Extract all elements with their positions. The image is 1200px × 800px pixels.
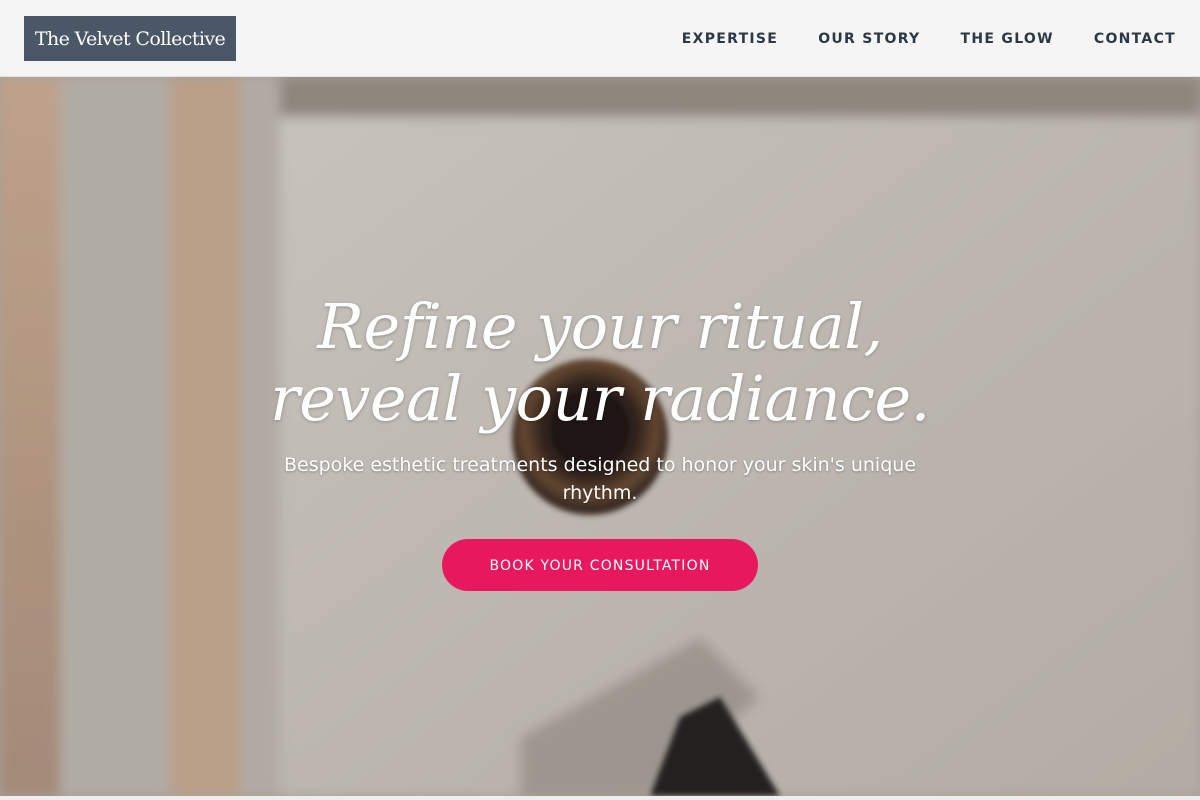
hero-section: Refine your ritual, reveal your radiance… [0, 77, 1200, 796]
page-bottom-strip [0, 796, 1200, 800]
hero-subtext: Bespoke esthetic treatments designed to … [283, 454, 917, 504]
hero-headline: Refine your ritual, reveal your radiance… [0, 291, 1200, 435]
site-header: The Velvet Collective EXPERTISE OUR STOR… [0, 0, 1200, 77]
hero-headline-line2: reveal your radiance. [270, 362, 930, 435]
nav-link-our-story[interactable]: OUR STORY [818, 31, 920, 47]
hero-content: Refine your ritual, reveal your radiance… [0, 291, 1200, 591]
nav-link-contact[interactable]: CONTACT [1094, 31, 1176, 47]
book-consultation-button[interactable]: BOOK YOUR CONSULTATION [442, 539, 758, 591]
hero-headline-line1: Refine your ritual, [317, 290, 883, 363]
site-logo[interactable]: The Velvet Collective [24, 16, 236, 61]
main-nav: EXPERTISE OUR STORY THE GLOW CONTACT [682, 0, 1176, 77]
nav-link-the-glow[interactable]: THE GLOW [961, 31, 1054, 47]
nav-link-expertise[interactable]: EXPERTISE [682, 31, 778, 47]
